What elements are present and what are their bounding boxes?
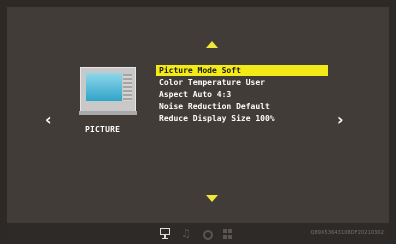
monitor-icon[interactable] xyxy=(159,228,171,240)
category-label: PICTURE xyxy=(85,125,121,134)
menu-item-color-temperature[interactable]: Color Temperature User xyxy=(156,77,328,88)
menu-item-picture-mode[interactable]: Picture Mode Soft xyxy=(156,65,328,76)
tv-screen xyxy=(86,73,122,101)
chevron-left-icon[interactable]: ‹ xyxy=(45,112,52,128)
menu-item-noise-reduction[interactable]: Noise Reduction Default xyxy=(156,101,328,112)
music-note-icon[interactable]: ♫ xyxy=(181,228,193,240)
chevron-right-icon[interactable]: › xyxy=(337,112,344,128)
firmware-version: Q89X53643108DF20210302 xyxy=(310,230,384,236)
triangle-down-icon[interactable] xyxy=(206,195,218,202)
triangle-up-icon[interactable] xyxy=(206,41,218,48)
tv-speaker-panel xyxy=(123,74,132,101)
settings-menu: Picture Mode Soft Color Temperature User… xyxy=(156,65,328,125)
source-bar: ♫ Q89X53643108DF20210302 xyxy=(7,223,389,244)
menu-item-reduce-display-size[interactable]: Reduce Display Size 100% xyxy=(156,113,328,124)
tv-base xyxy=(79,111,137,115)
tv-icon xyxy=(79,67,137,115)
apps-grid-icon[interactable] xyxy=(223,228,235,241)
disc-icon[interactable] xyxy=(203,229,213,240)
menu-item-aspect[interactable]: Aspect Auto 4:3 xyxy=(156,89,328,100)
